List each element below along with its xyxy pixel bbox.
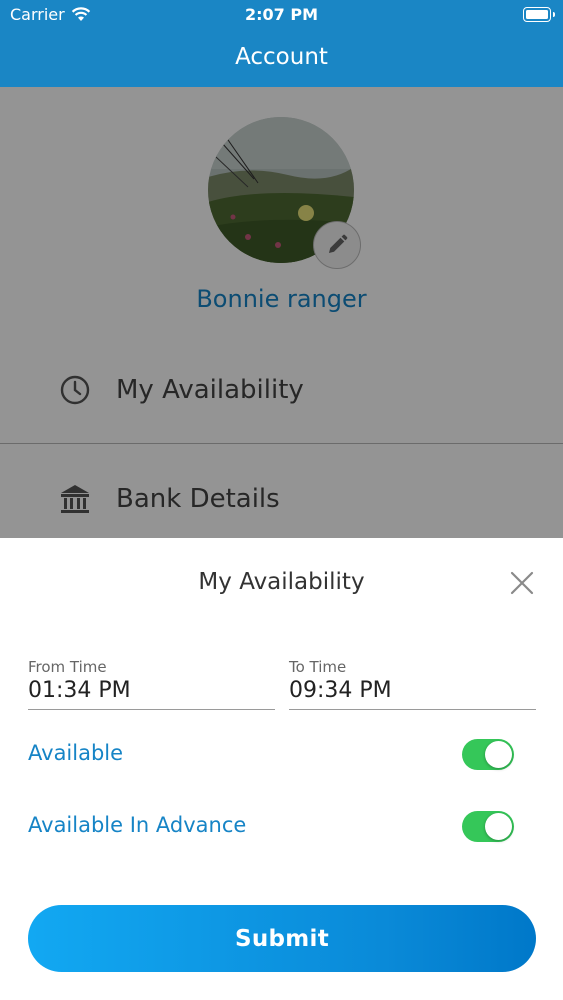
toggle-knob [485, 741, 512, 768]
nav-bar: Account [0, 30, 563, 87]
status-bar: Carrier 2:07 PM [0, 0, 563, 30]
submit-button[interactable]: Submit [28, 905, 536, 972]
available-in-advance-label: Available In Advance [28, 813, 247, 837]
from-time-label: From Time [28, 658, 107, 676]
available-in-advance-toggle[interactable] [462, 811, 514, 842]
available-label: Available [28, 741, 124, 765]
from-time-input[interactable]: 01:34 PM [28, 678, 275, 710]
close-button[interactable] [506, 567, 538, 599]
page-title: Account [235, 44, 328, 70]
to-time-label: To Time [289, 658, 347, 676]
from-time-field[interactable]: From Time 01:34 PM [28, 658, 275, 710]
status-time: 2:07 PM [244, 5, 318, 24]
availability-sheet: My Availability From Time 01:34 PM To Ti… [0, 538, 563, 1000]
available-in-advance-row: Available In Advance [28, 807, 536, 847]
available-row: Available [28, 735, 536, 775]
battery-icon [523, 7, 555, 22]
modal-backdrop[interactable] [0, 87, 563, 538]
close-icon [510, 571, 534, 595]
to-time-input[interactable]: 09:34 PM [289, 678, 536, 710]
toggle-knob [485, 813, 512, 840]
available-toggle[interactable] [462, 739, 514, 770]
sheet-title: My Availability [198, 569, 365, 595]
to-time-field[interactable]: To Time 09:34 PM [289, 658, 536, 710]
